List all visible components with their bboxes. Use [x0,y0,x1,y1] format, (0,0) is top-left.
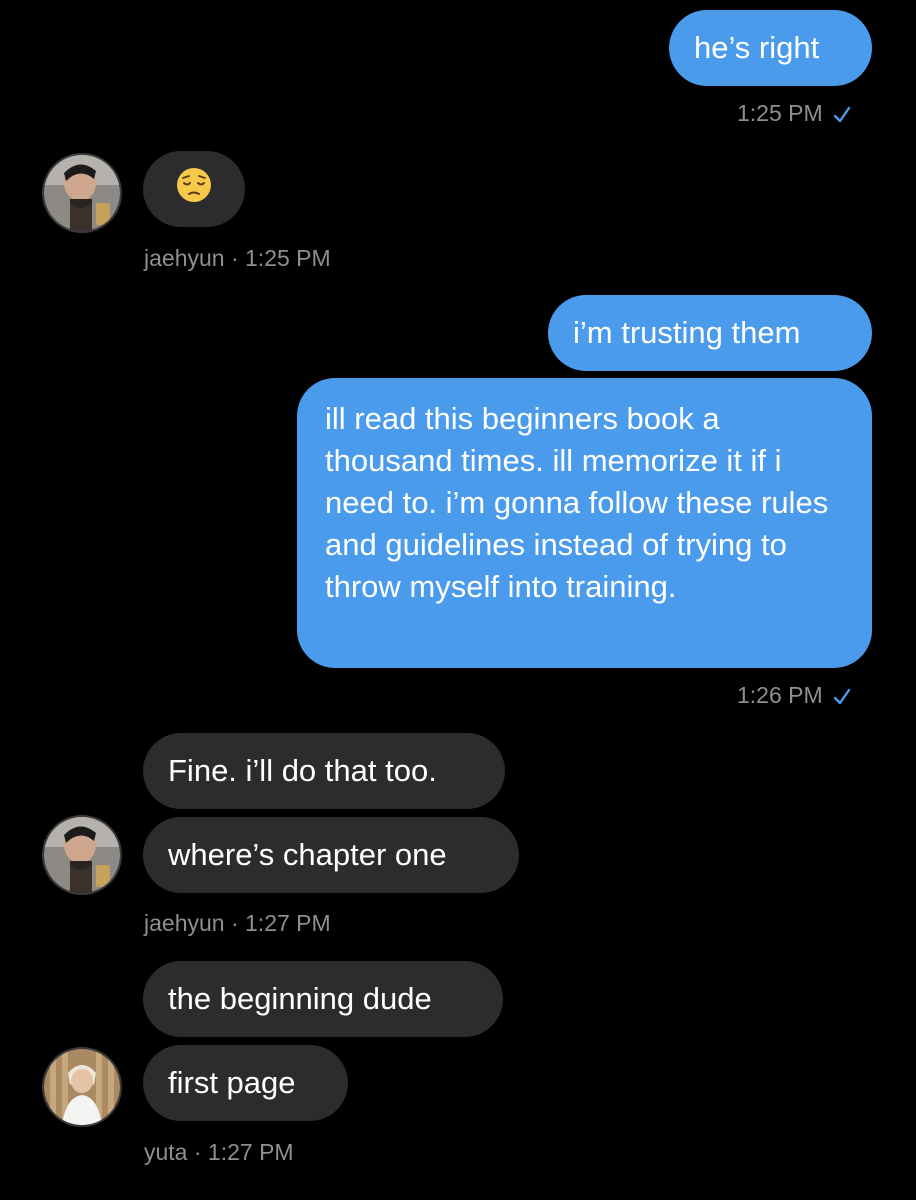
avatar-jaehyun[interactable] [42,153,122,233]
incoming-message-bubble[interactable]: Fine. i’ll do that too. [143,733,505,809]
timestamp-text: 1:26 PM [737,682,823,708]
incoming-message-bubble[interactable]: where’s chapter one [143,817,519,893]
message-text: ill read this beginners book a thousand … [325,401,829,604]
avatar-yuta[interactable] [42,1047,122,1127]
message-meta: yuta · 1:27 PM [144,1139,294,1165]
avatar-jaehyun[interactable] [42,815,122,895]
message-text: i’m trusting them [573,315,801,350]
message-text: he’s right [694,30,820,65]
outgoing-message-bubble[interactable]: he’s right [669,10,872,86]
message-meta: jaehyun · 1:27 PM [144,910,331,936]
pensive-face-emoji [175,166,213,213]
message-timestamp: 1:26 PM [737,682,851,709]
incoming-message-bubble[interactable]: first page [143,1045,348,1121]
message-text: where’s chapter one [168,837,447,872]
message-text: first page [168,1065,296,1100]
check-icon [833,686,851,706]
message-text: Fine. i’ll do that too. [168,753,437,788]
outgoing-message-bubble[interactable]: ill read this beginners book a thousand … [297,378,872,668]
timestamp-text: 1:25 PM [737,100,823,126]
incoming-message-bubble[interactable] [143,151,245,227]
message-text: the beginning dude [168,981,432,1016]
check-icon [833,104,851,124]
outgoing-message-bubble[interactable]: i’m trusting them [548,295,872,371]
message-meta: jaehyun · 1:25 PM [144,245,331,271]
message-timestamp: 1:25 PM [737,100,851,127]
incoming-message-bubble[interactable]: the beginning dude [143,961,503,1037]
